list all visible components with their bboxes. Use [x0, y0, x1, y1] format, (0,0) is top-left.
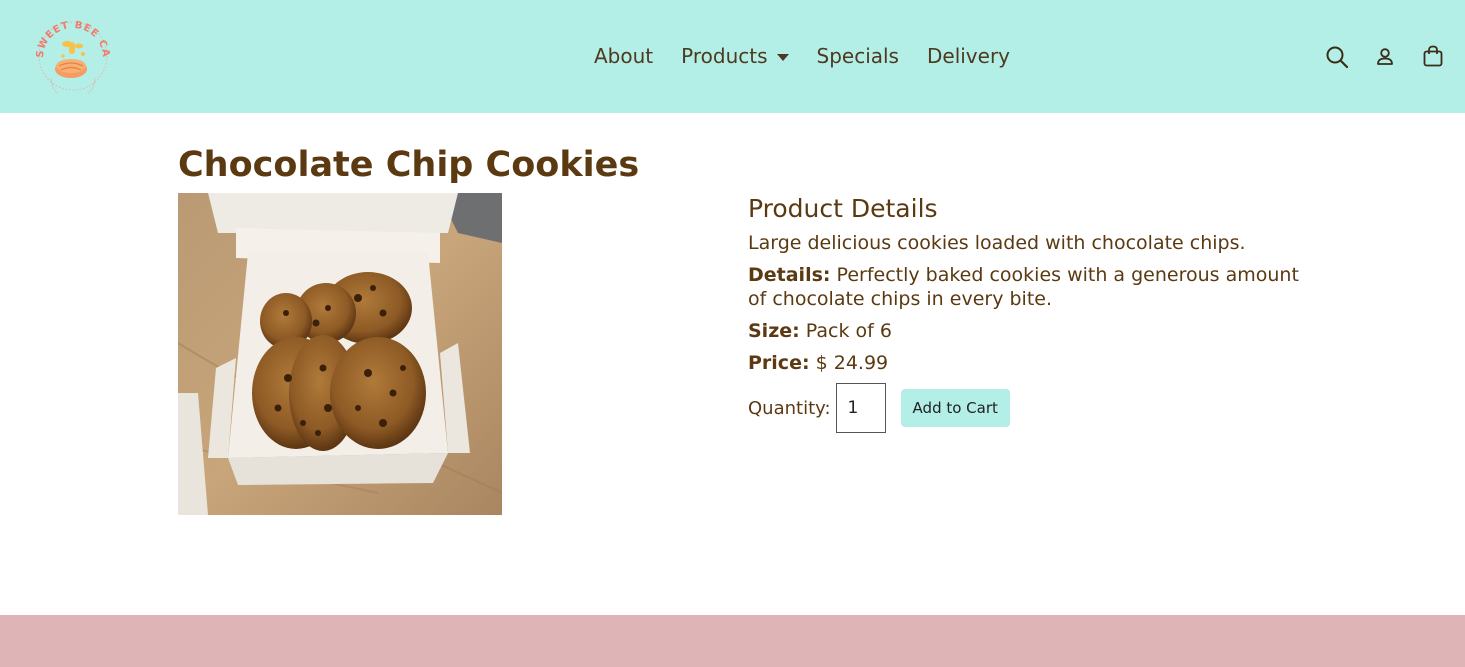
main-nav: About Products Specials Delivery [594, 44, 1010, 68]
shopping-bag-icon[interactable] [1421, 44, 1445, 68]
product-details: Product Details Large delicious cookies … [748, 194, 1308, 433]
nav-products[interactable]: Products [681, 44, 789, 68]
price-value: $ 24.99 [809, 352, 889, 374]
user-icon[interactable] [1373, 45, 1397, 69]
price-label: Price: [748, 352, 810, 374]
details-label: Details: [748, 264, 831, 286]
site-header: SWEET BEE CAKES About Products Specials … [0, 0, 1465, 113]
nav-about[interactable]: About [594, 44, 653, 68]
nav-specials[interactable]: Specials [817, 44, 899, 68]
quantity-label: Quantity: [748, 397, 831, 419]
nav-delivery[interactable]: Delivery [927, 44, 1010, 68]
size-label: Size: [748, 320, 800, 342]
product-price-line: Price: $ 24.99 [748, 351, 1308, 375]
sweet-bee-cakes-logo[interactable]: SWEET BEE CAKES [29, 10, 113, 101]
product-details-heading: Product Details [748, 194, 938, 223]
add-to-cart-button[interactable]: Add to Cart [900, 389, 1010, 427]
quantity-input[interactable] [835, 383, 886, 433]
search-icon[interactable] [1325, 45, 1349, 69]
product-size-line: Size: Pack of 6 [748, 319, 1308, 343]
quantity-row: Quantity: Add to Cart [748, 383, 1308, 433]
caret-down-icon [776, 53, 789, 61]
nav-products-label: Products [681, 44, 768, 68]
site-footer [0, 615, 1465, 667]
details-text: Perfectly baked cookies with a generous … [748, 264, 1299, 310]
size-value: Pack of 6 [799, 320, 892, 342]
product-image [178, 193, 502, 515]
product-details-line: Details: Perfectly baked cookies with a … [748, 263, 1308, 311]
product-description: Large delicious cookies loaded with choc… [748, 232, 1246, 254]
page-title: Chocolate Chip Cookies [178, 145, 640, 185]
